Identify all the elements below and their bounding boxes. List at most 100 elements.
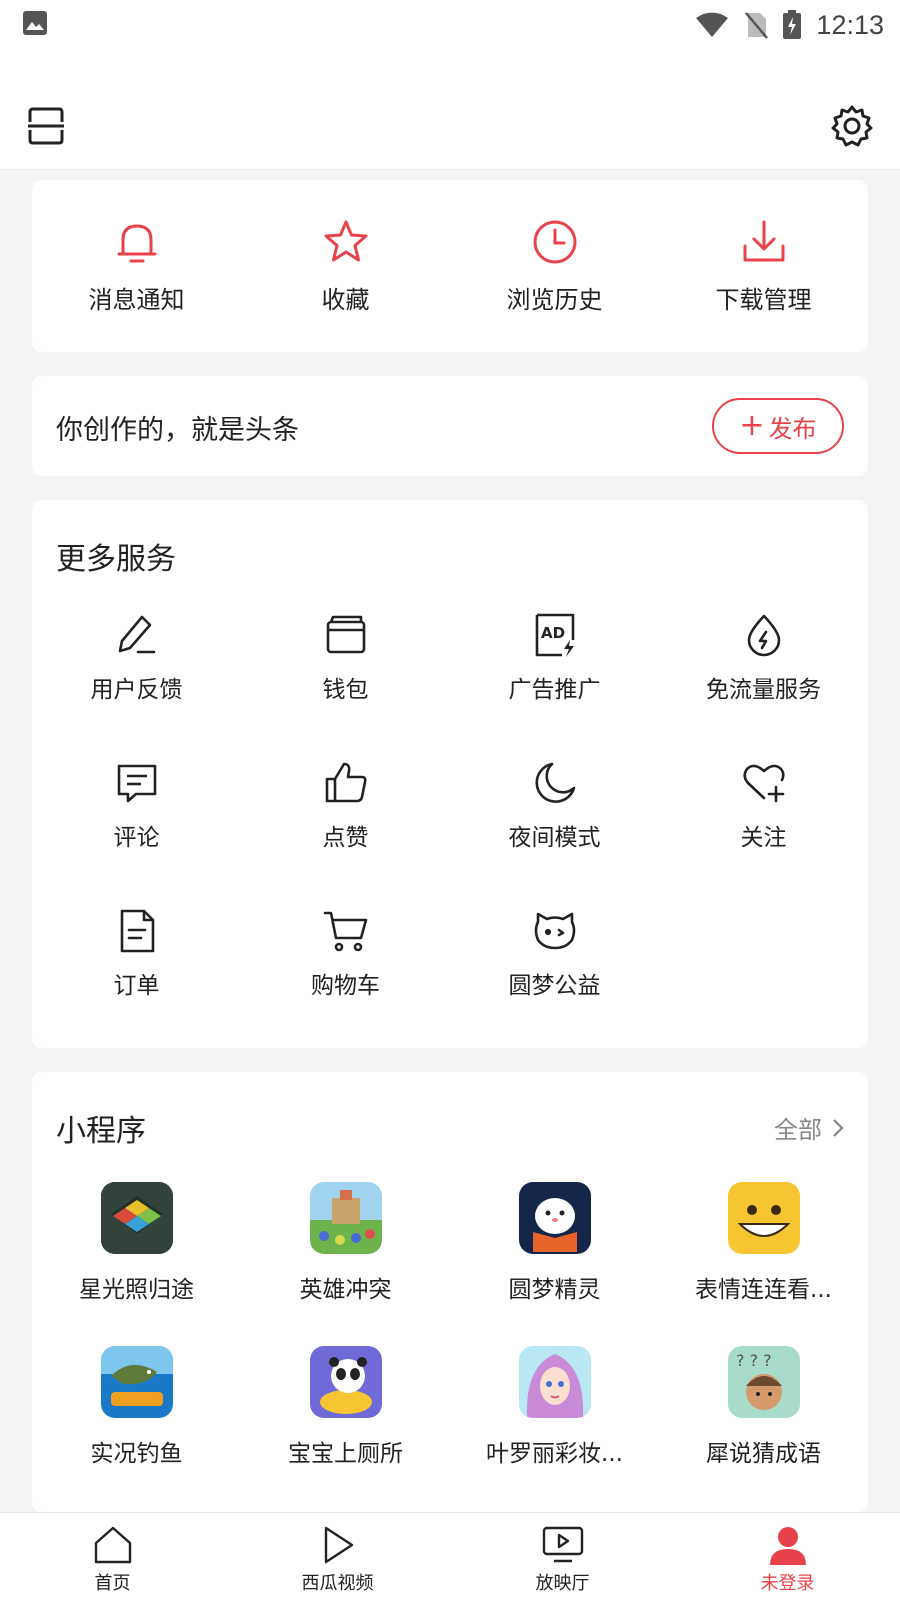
comment-icon	[117, 764, 156, 803]
service-ad[interactable]: AD 广告推广	[450, 612, 659, 760]
nav-label: 西瓜视频	[301, 1573, 374, 1594]
creator-slogan: 你创作的，就是头条	[56, 415, 299, 446]
service-wallet[interactable]: 钱包	[241, 612, 450, 760]
svg-text:? ? ?: ? ? ?	[736, 1351, 772, 1370]
download-icon	[743, 220, 784, 262]
mini-program-label: 星光照归途	[79, 1277, 194, 1303]
mini-programs-card: 小程序 全部 星光照归途 英雄冲突 圆梦精灵 表情连连看... 实况钓鱼 宝宝上…	[32, 1072, 868, 1512]
quick-action-label: 收藏	[321, 286, 370, 314]
play-icon	[324, 1526, 353, 1564]
mini-program-label: 犀说猜成语	[706, 1441, 821, 1467]
service-likes[interactable]: 点赞	[241, 760, 450, 908]
mini-programs-title: 小程序	[56, 1114, 146, 1149]
status-time: 12:13	[816, 9, 884, 40]
service-comments[interactable]: 评论	[32, 760, 241, 908]
service-label: 广告推广	[508, 677, 601, 703]
game-dream-spirit-icon	[518, 1182, 591, 1254]
mini-program-label: 叶罗丽彩妆...	[486, 1441, 623, 1467]
clock-icon	[533, 220, 576, 264]
user-icon	[769, 1527, 806, 1565]
mini-program-item[interactable]: 叶罗丽彩妆...	[450, 1346, 659, 1510]
wifi-icon	[696, 12, 729, 37]
mini-program-item[interactable]: 英雄冲突	[241, 1182, 450, 1346]
service-label: 圆梦公益	[508, 973, 601, 999]
quick-action-label: 消息通知	[88, 286, 185, 314]
service-label: 购物车	[311, 973, 380, 999]
game-idiom-guess-icon: ? ? ?	[727, 1346, 800, 1418]
chevron-right-icon	[833, 1118, 844, 1137]
thumbs-up-icon	[325, 762, 366, 803]
wallet-icon	[326, 615, 365, 654]
service-label: 夜间模式	[508, 825, 601, 851]
quick-action-downloads[interactable]: 下载管理	[659, 180, 868, 352]
game-fishing-icon	[100, 1346, 173, 1418]
nav-not-logged-in[interactable]: 未登录	[675, 1513, 900, 1600]
service-label: 钱包	[322, 677, 369, 703]
services-title: 更多服务	[56, 542, 176, 577]
quick-action-favorites[interactable]: 收藏	[241, 180, 450, 352]
quick-actions-card: 消息通知 收藏 浏览历史 下载管理	[32, 180, 868, 352]
service-night-mode[interactable]: 夜间模式	[450, 760, 659, 908]
mini-program-item[interactable]: 星光照归途	[32, 1182, 241, 1346]
mini-program-label: 圆梦精灵	[508, 1277, 601, 1303]
service-feedback[interactable]: 用户反馈	[32, 612, 241, 760]
all-label: 全部	[774, 1116, 822, 1144]
mini-program-item[interactable]: 实况钓鱼	[32, 1346, 241, 1510]
settings-gear-icon[interactable]	[830, 104, 874, 148]
status-bar: 12:13	[0, 0, 900, 50]
more-services-card: 更多服务 用户反馈 钱包 AD 广告推广 免流量服务 评论 点赞 夜间模式 关注…	[32, 500, 868, 1048]
game-emoji-match-icon	[727, 1182, 800, 1254]
mini-program-item[interactable]: 圆梦精灵	[450, 1182, 659, 1346]
mini-program-item[interactable]: 表情连连看...	[659, 1182, 868, 1346]
plus-icon: +	[739, 408, 765, 443]
gallery-icon	[23, 11, 47, 35]
mini-program-label: 宝宝上厕所	[288, 1441, 403, 1467]
nav-label: 未登录	[760, 1573, 815, 1594]
charity-cat-icon	[534, 912, 575, 950]
nav-home[interactable]: 首页	[0, 1513, 225, 1600]
cart-icon	[323, 911, 367, 952]
creator-card: 你创作的，就是头条 + 发布	[32, 376, 868, 476]
feedback-pen-icon	[118, 615, 155, 654]
service-follow[interactable]: 关注	[659, 760, 868, 908]
game-baby-potty-icon	[309, 1346, 382, 1418]
quick-action-label: 下载管理	[715, 286, 812, 314]
order-document-icon	[120, 909, 154, 953]
bell-icon	[117, 224, 156, 263]
moon-icon	[535, 762, 575, 803]
publish-label: 发布	[768, 414, 817, 443]
quick-action-history[interactable]: 浏览历史	[450, 180, 659, 352]
data-drop-icon	[747, 614, 780, 657]
top-bar	[0, 50, 900, 170]
mini-program-item[interactable]: ? ? ? 犀说猜成语	[659, 1346, 868, 1510]
nav-theater[interactable]: 放映厅	[450, 1513, 675, 1600]
home-icon	[94, 1526, 131, 1564]
heart-plus-icon	[742, 764, 785, 803]
service-orders[interactable]: 订单	[32, 908, 241, 1056]
service-cart[interactable]: 购物车	[241, 908, 450, 1056]
battery-charging-icon	[783, 10, 802, 39]
service-charity[interactable]: 圆梦公益	[450, 908, 659, 1056]
mini-program-label: 实况钓鱼	[90, 1441, 183, 1467]
service-label: 订单	[113, 973, 160, 999]
nav-xigua-video[interactable]: 西瓜视频	[225, 1513, 450, 1600]
mini-program-item[interactable]: 宝宝上厕所	[241, 1346, 450, 1510]
ad-icon: AD	[535, 613, 574, 657]
game-yeluoli-makeup-icon	[518, 1346, 591, 1418]
tv-icon	[542, 1526, 583, 1563]
scan-icon[interactable]	[26, 106, 66, 146]
svg-text:AD: AD	[541, 624, 565, 642]
mini-programs-all-link[interactable]: 全部	[774, 1110, 844, 1145]
service-label: 评论	[113, 825, 160, 851]
nav-label: 首页	[94, 1573, 131, 1594]
service-label: 免流量服务	[706, 677, 821, 703]
quick-action-notifications[interactable]: 消息通知	[32, 180, 241, 352]
bottom-nav: 首页 西瓜视频 放映厅 未登录	[0, 1512, 900, 1600]
service-label: 用户反馈	[90, 677, 183, 703]
service-label: 关注	[740, 825, 787, 851]
publish-button[interactable]: + 发布	[712, 398, 844, 454]
service-data-free[interactable]: 免流量服务	[659, 612, 868, 760]
game-starlight-icon	[100, 1182, 173, 1254]
no-sim-icon	[745, 12, 769, 39]
mini-program-label: 英雄冲突	[299, 1277, 392, 1303]
